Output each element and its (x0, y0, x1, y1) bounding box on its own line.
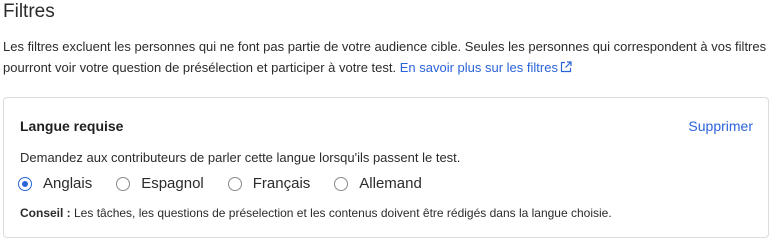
radio-label: Espagnol (141, 175, 204, 192)
tip-text: Conseil : Les tâches, les questions de p… (20, 205, 612, 222)
tip-body: Les tâches, les questions de préselectio… (70, 206, 612, 220)
learn-more-label: En savoir plus sur les filtres (399, 60, 558, 75)
filters-section: Filtres Les filtres excluent les personn… (0, 0, 776, 247)
card-description: Demandez aux contributeurs de parler cet… (20, 150, 461, 165)
radio-label: Anglais (43, 175, 93, 192)
radio-button[interactable] (334, 177, 349, 191)
radio-button[interactable] (116, 177, 131, 191)
radio-button[interactable] (227, 177, 242, 191)
radio-option-allemand[interactable]: Allemand (334, 174, 422, 194)
learn-more-link[interactable]: En savoir plus sur les filtres (400, 60, 572, 75)
language-filter-card: Langue requise Supprimer Demandez aux co… (3, 97, 769, 238)
radio-label: Français (252, 175, 311, 192)
radio-option-anglais[interactable]: Anglais (18, 174, 92, 194)
radio-label: Allemand (359, 175, 422, 192)
section-description: Les filtres excluent les personnes qui n… (3, 36, 773, 78)
description-text: Les filtres excluent les personnes qui n… (3, 39, 767, 75)
section-title: Filtres (3, 1, 55, 22)
radio-option-espagnol[interactable]: Espagnol (116, 174, 204, 194)
external-link-icon (560, 61, 572, 73)
radio-dot (22, 181, 28, 187)
radio-button-checked[interactable] (18, 177, 32, 191)
delete-button[interactable]: Supprimer (688, 117, 753, 135)
tip-label: Conseil : (20, 206, 71, 220)
language-radio-group: Anglais Espagnol Français Allemand (18, 174, 446, 194)
radio-option-francais[interactable]: Français (227, 174, 311, 194)
card-title: Langue requise (20, 118, 124, 134)
